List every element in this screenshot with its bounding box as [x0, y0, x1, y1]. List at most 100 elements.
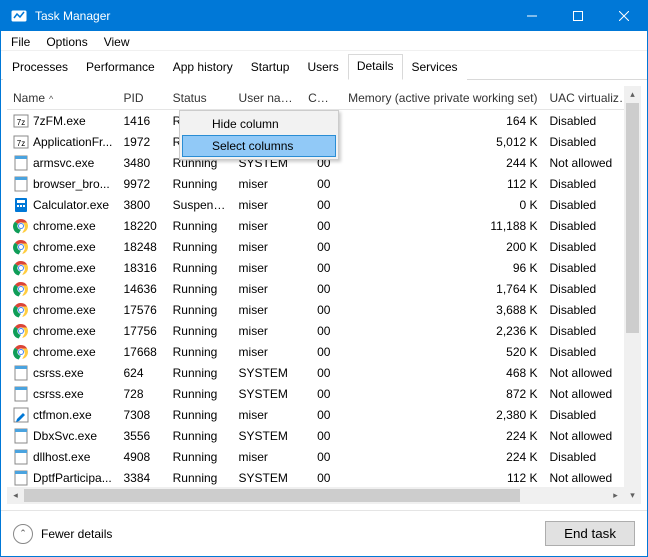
table-row[interactable]: chrome.exe18248Runningmiser00200 KDisabl…: [7, 236, 641, 257]
cell-status: Running: [167, 175, 233, 193]
cell-memory: 112 K: [336, 469, 543, 487]
table-row[interactable]: DbxSvc.exe3556RunningSYSTEM00224 KNot al…: [7, 425, 641, 446]
cell-memory: 2,380 K: [336, 406, 543, 424]
minimize-button[interactable]: [509, 1, 555, 31]
process-icon: [13, 428, 29, 444]
cell-pid: 3480: [117, 154, 166, 172]
table-row[interactable]: chrome.exe14636Runningmiser001,764 KDisa…: [7, 278, 641, 299]
cell-user: miser: [233, 217, 303, 235]
col-cpu[interactable]: CPU: [302, 89, 336, 107]
sort-caret-icon: ^: [45, 94, 53, 104]
ctx-hide-column[interactable]: Hide column: [182, 113, 336, 135]
footer: ⌃ Fewer details End task: [1, 510, 647, 556]
process-name: ctfmon.exe: [33, 408, 92, 422]
col-user[interactable]: User name: [233, 89, 303, 107]
table-row[interactable]: ctfmon.exe7308Runningmiser002,380 KDisab…: [7, 404, 641, 425]
tab-app-history[interactable]: App history: [164, 55, 242, 80]
cell-pid: 3384: [117, 469, 166, 487]
col-pid[interactable]: PID: [117, 89, 166, 107]
process-name: chrome.exe: [33, 324, 96, 338]
table-row[interactable]: chrome.exe17756Runningmiser002,236 KDisa…: [7, 320, 641, 341]
process-name: ApplicationFr...: [33, 135, 112, 149]
end-task-button[interactable]: End task: [545, 521, 635, 546]
cell-user: miser: [233, 280, 303, 298]
maximize-button[interactable]: [555, 1, 601, 31]
v-scroll-thumb[interactable]: [626, 103, 639, 333]
col-name[interactable]: Name^: [7, 89, 117, 107]
app-icon: [11, 8, 27, 24]
cell-memory: 224 K: [336, 448, 543, 466]
process-name: chrome.exe: [33, 345, 96, 359]
table-row[interactable]: csrss.exe728RunningSYSTEM00872 KNot allo…: [7, 383, 641, 404]
process-icon: [13, 176, 29, 192]
cell-pid: 728: [117, 385, 166, 403]
ctx-select-columns[interactable]: Select columns: [182, 135, 336, 157]
table-row[interactable]: chrome.exe17576Runningmiser003,688 KDisa…: [7, 299, 641, 320]
scroll-up-icon[interactable]: ▴: [624, 86, 641, 103]
cell-memory: 5,012 K: [336, 133, 543, 151]
window-title: Task Manager: [35, 9, 509, 23]
process-name: chrome.exe: [33, 303, 96, 317]
close-button[interactable]: [601, 1, 647, 31]
process-icon: [13, 407, 29, 423]
tab-services[interactable]: Services: [403, 55, 467, 80]
tab-startup[interactable]: Startup: [242, 55, 299, 80]
table-row[interactable]: DptfParticipa...3384RunningSYSTEM00112 K…: [7, 467, 641, 486]
fewer-details-button[interactable]: ⌃ Fewer details: [13, 524, 112, 544]
scroll-down-icon[interactable]: ▾: [624, 487, 641, 504]
process-name: DbxSvc.exe: [33, 429, 97, 443]
table-row[interactable]: chrome.exe18220Runningmiser0011,188 KDis…: [7, 215, 641, 236]
menu-view[interactable]: View: [96, 33, 138, 51]
horizontal-scrollbar[interactable]: ◂ ▸: [7, 487, 624, 504]
tab-users[interactable]: Users: [298, 55, 347, 80]
cell-cpu: 00: [302, 217, 336, 235]
cell-cpu: 00: [302, 175, 336, 193]
process-icon: 7z: [13, 113, 29, 129]
table-row[interactable]: dllhost.exe4908Runningmiser00224 KDisabl…: [7, 446, 641, 467]
cell-pid: 9972: [117, 175, 166, 193]
menu-file[interactable]: File: [3, 33, 38, 51]
process-name: csrss.exe: [33, 366, 84, 380]
titlebar[interactable]: Task Manager: [1, 1, 647, 31]
menu-options[interactable]: Options: [38, 33, 95, 51]
process-name: armsvc.exe: [33, 156, 94, 170]
process-icon: [13, 239, 29, 255]
table-row[interactable]: csrss.exe624RunningSYSTEM00468 KNot allo…: [7, 362, 641, 383]
cell-user: miser: [233, 196, 303, 214]
h-scroll-thumb[interactable]: [24, 489, 520, 502]
cell-memory: 112 K: [336, 175, 543, 193]
cell-cpu: 00: [302, 238, 336, 256]
cell-memory: 0 K: [336, 196, 543, 214]
scroll-right-icon[interactable]: ▸: [607, 487, 624, 504]
cell-memory: 3,688 K: [336, 301, 543, 319]
menubar: File Options View: [1, 31, 647, 51]
chevron-up-icon: ⌃: [13, 524, 33, 544]
cell-pid: 17576: [117, 301, 166, 319]
cell-cpu: 00: [302, 406, 336, 424]
process-icon: [13, 281, 29, 297]
table-row[interactable]: chrome.exe17668Runningmiser00520 KDisabl…: [7, 341, 641, 362]
table-row[interactable]: Calculator.exe3800Suspendedmiser000 KDis…: [7, 194, 641, 215]
column-headers: Name^ PID Status User name CPU Memory (a…: [7, 86, 641, 110]
cell-pid: 18248: [117, 238, 166, 256]
process-icon: [13, 470, 29, 486]
cell-user: SYSTEM: [233, 385, 303, 403]
scroll-left-icon[interactable]: ◂: [7, 487, 24, 504]
cell-cpu: 00: [302, 469, 336, 487]
table-row[interactable]: browser_bro...9972Runningmiser00112 KDis…: [7, 173, 641, 194]
cell-user: miser: [233, 343, 303, 361]
cell-status: Suspended: [167, 196, 233, 214]
process-name: dllhost.exe: [33, 450, 90, 464]
tab-details[interactable]: Details: [348, 54, 403, 80]
tab-processes[interactable]: Processes: [3, 55, 77, 80]
cell-pid: 7308: [117, 406, 166, 424]
vertical-scrollbar[interactable]: ▴ ▾: [624, 86, 641, 504]
col-memory[interactable]: Memory (active private working set): [336, 89, 543, 107]
cell-user: miser: [233, 175, 303, 193]
cell-status: Running: [167, 427, 233, 445]
cell-status: Running: [167, 259, 233, 277]
cell-memory: 200 K: [336, 238, 543, 256]
tab-performance[interactable]: Performance: [77, 55, 164, 80]
col-status[interactable]: Status: [167, 89, 233, 107]
table-row[interactable]: chrome.exe18316Runningmiser0096 KDisable…: [7, 257, 641, 278]
